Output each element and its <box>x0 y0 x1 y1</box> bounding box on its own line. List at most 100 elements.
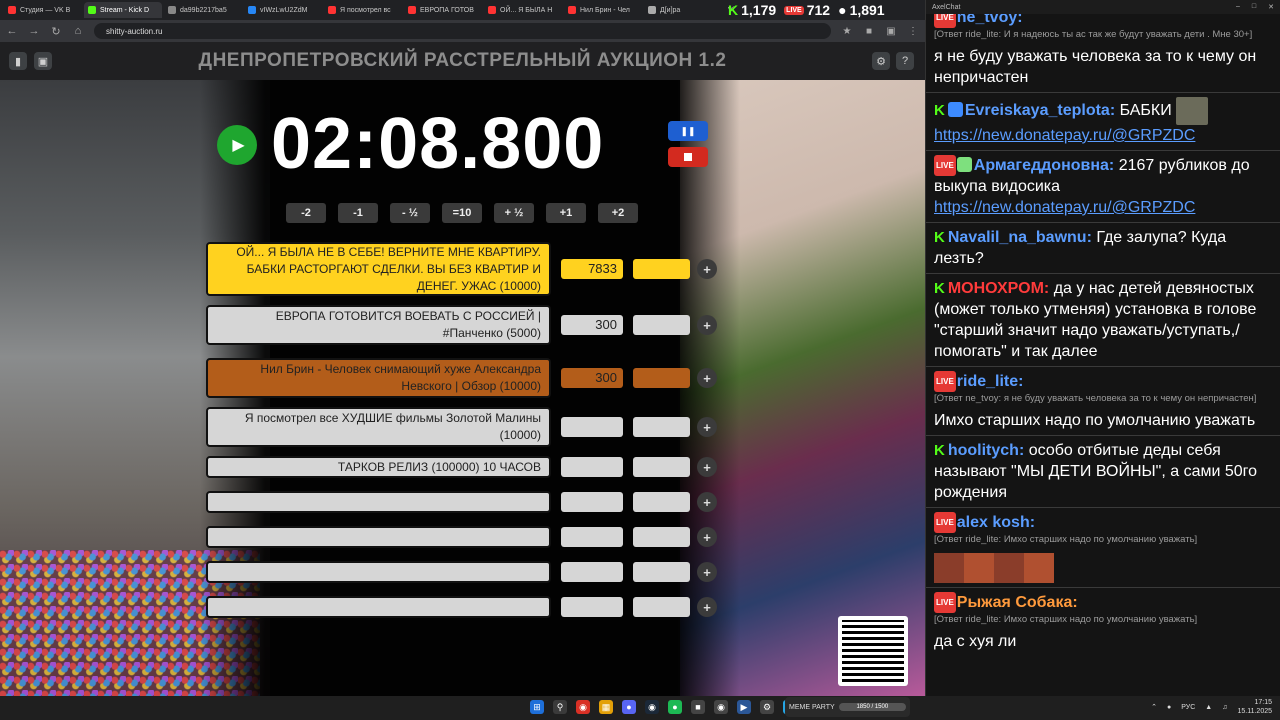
extension-icon[interactable]: ■ <box>863 26 875 37</box>
timer-adjust-button[interactable]: +1 <box>546 203 586 223</box>
lot-name[interactable] <box>206 561 551 583</box>
close-icon[interactable]: ✕ <box>1268 3 1274 11</box>
lot-name[interactable] <box>206 491 551 513</box>
browser-tab[interactable]: ЕВРОПА ГОТОВ <box>404 2 482 18</box>
spotify-icon[interactable]: ● <box>668 700 682 714</box>
lot-bid-input[interactable] <box>633 492 690 512</box>
lot-name[interactable]: ОЙ... Я БЫЛА НЕ В СЕБЕ! ВЕРНИТЕ МНЕ КВАР… <box>206 242 551 296</box>
lot-bid-input[interactable] <box>633 368 690 388</box>
lot-name[interactable] <box>206 526 551 548</box>
steam-icon[interactable]: ◉ <box>645 700 659 714</box>
chat-username[interactable]: Армагеддоновна: <box>974 157 1114 174</box>
lot-add-button[interactable]: + <box>697 562 717 582</box>
lot-amount[interactable] <box>561 562 623 582</box>
tab-label: Д[и]ра <box>660 6 681 14</box>
chat-username[interactable]: Evreiskaya_teplota: <box>965 102 1115 119</box>
lot-name[interactable]: Я посмотрел все ХУДШИЕ фильмы Золотой Ма… <box>206 407 551 447</box>
home-icon[interactable]: ⌂ <box>72 25 84 37</box>
language-indicator[interactable]: РУС <box>1181 704 1195 711</box>
pause-button[interactable]: ❚❚ <box>668 121 708 141</box>
reload-icon[interactable]: ↻ <box>50 25 62 38</box>
lot-amount[interactable] <box>561 492 623 512</box>
lot-name[interactable]: Нил Брин - Человек снимающий хуже Алекса… <box>206 358 551 398</box>
lot-amount[interactable] <box>561 527 623 547</box>
chat-username[interactable]: hoolitych: <box>948 442 1024 459</box>
browser-tab[interactable]: Нил Брин - Чел <box>564 2 642 18</box>
forward-icon[interactable]: → <box>28 25 40 37</box>
maximize-icon[interactable]: □ <box>1252 3 1256 11</box>
puzzle-icon[interactable]: ▣ <box>885 26 897 37</box>
chat-username[interactable]: ride_lite: <box>957 373 1024 390</box>
timer-adjust-button[interactable]: -2 <box>286 203 326 223</box>
lot-add-button[interactable]: + <box>697 417 717 437</box>
stop-button[interactable] <box>668 147 708 167</box>
chrome-icon[interactable]: ◉ <box>576 700 590 714</box>
star-icon[interactable]: ★ <box>841 26 853 37</box>
lot-add-button[interactable]: + <box>697 492 717 512</box>
browser-tab[interactable]: Д[и]ра <box>644 2 722 18</box>
lot-amount[interactable] <box>561 417 623 437</box>
mic-icon[interactable]: ● <box>1167 704 1171 711</box>
chat-link[interactable]: https://new.donatepay.ru/@GRPZDC <box>934 125 1272 146</box>
browser-tab[interactable]: ОЙ... Я БЫЛА Н <box>484 2 562 18</box>
discord-icon[interactable]: ● <box>622 700 636 714</box>
lot-name[interactable]: ЕВРОПА ГОТОВИТСЯ ВОЕВАТЬ С РОССИЕЙ | #Па… <box>206 305 551 345</box>
lot-name[interactable]: ТАРКОВ РЕЛИЗ (100000) 10 ЧАСОВ <box>206 456 551 478</box>
back-icon[interactable]: ← <box>6 25 18 37</box>
lot-add-button[interactable]: + <box>697 597 717 617</box>
app-icon[interactable]: ■ <box>691 700 705 714</box>
chevron-up-icon[interactable]: ⌃ <box>1151 703 1157 711</box>
play-button[interactable]: ▶ <box>217 125 257 165</box>
volume-icon[interactable]: ♫ <box>1222 704 1227 711</box>
clock[interactable]: 17:15 15.11.2025 <box>1237 698 1272 716</box>
browser-tab[interactable]: Студия — VK В <box>4 2 82 18</box>
chat-username[interactable]: ne_tvoy: <box>957 14 1023 26</box>
menu-icon[interactable]: ⋮ <box>907 26 919 37</box>
media-icon[interactable]: ▶ <box>737 700 751 714</box>
lot-amount[interactable] <box>561 597 623 617</box>
browser-tab[interactable]: da99b2217ba5 <box>164 2 242 18</box>
search-icon[interactable]: ⚲ <box>553 700 567 714</box>
lot-add-button[interactable]: + <box>697 527 717 547</box>
lot-bid-input[interactable] <box>633 259 690 279</box>
lot-amount[interactable]: 7833 <box>561 259 623 279</box>
minimize-icon[interactable]: – <box>1236 3 1240 11</box>
lot-bid-input[interactable] <box>633 457 690 477</box>
chat-link[interactable]: https://new.donatepay.ru/@GRPZDC <box>934 197 1272 218</box>
settings-app-icon[interactable]: ⚙ <box>760 700 774 714</box>
chat-username[interactable]: МОНОХРОМ: <box>948 280 1049 297</box>
chat-username[interactable]: alex kosh: <box>957 514 1035 531</box>
lot-amount[interactable]: 300 <box>561 368 623 388</box>
lot-add-button[interactable]: + <box>697 457 717 477</box>
lot-bid-input[interactable] <box>633 315 690 335</box>
sidebar-toggle-icon[interactable]: ▮ <box>9 52 27 70</box>
save-icon[interactable]: ▣ <box>34 52 52 70</box>
wifi-icon[interactable]: ▲ <box>1205 704 1212 711</box>
timer-adjust-button[interactable]: =10 <box>442 203 482 223</box>
lot-amount[interactable] <box>561 457 623 477</box>
url-field[interactable]: shitty-auction.ru <box>94 23 831 39</box>
lot-add-button[interactable]: + <box>697 259 717 279</box>
chat-username[interactable]: Navalil_na_bawnu: <box>948 229 1092 246</box>
explorer-icon[interactable]: ▦ <box>599 700 613 714</box>
lot-bid-input[interactable] <box>633 527 690 547</box>
windows-start-icon[interactable]: ⊞ <box>530 700 544 714</box>
lot-bid-input[interactable] <box>633 597 690 617</box>
obs-icon[interactable]: ◉ <box>714 700 728 714</box>
timer-adjust-button[interactable]: +2 <box>598 203 638 223</box>
timer-adjust-button[interactable]: -1 <box>338 203 378 223</box>
lot-add-button[interactable]: + <box>697 368 717 388</box>
lot-name[interactable] <box>206 596 551 618</box>
browser-tab[interactable]: Stream - Kick D <box>84 2 162 18</box>
chat-username[interactable]: Рыжая Собака: <box>957 594 1078 611</box>
lot-bid-input[interactable] <box>633 562 690 582</box>
lot-bid-input[interactable] <box>633 417 690 437</box>
browser-tab[interactable]: Я посмотрел вс <box>324 2 402 18</box>
lot-amount[interactable]: 300 <box>561 315 623 335</box>
timer-adjust-button[interactable]: + ½ <box>494 203 534 223</box>
browser-tab[interactable]: vIWzLwU2ZdM <box>244 2 322 18</box>
help-icon[interactable]: ? <box>896 52 914 70</box>
lot-add-button[interactable]: + <box>697 315 717 335</box>
timer-adjust-button[interactable]: - ½ <box>390 203 430 223</box>
settings-icon[interactable]: ⚙ <box>872 52 890 70</box>
